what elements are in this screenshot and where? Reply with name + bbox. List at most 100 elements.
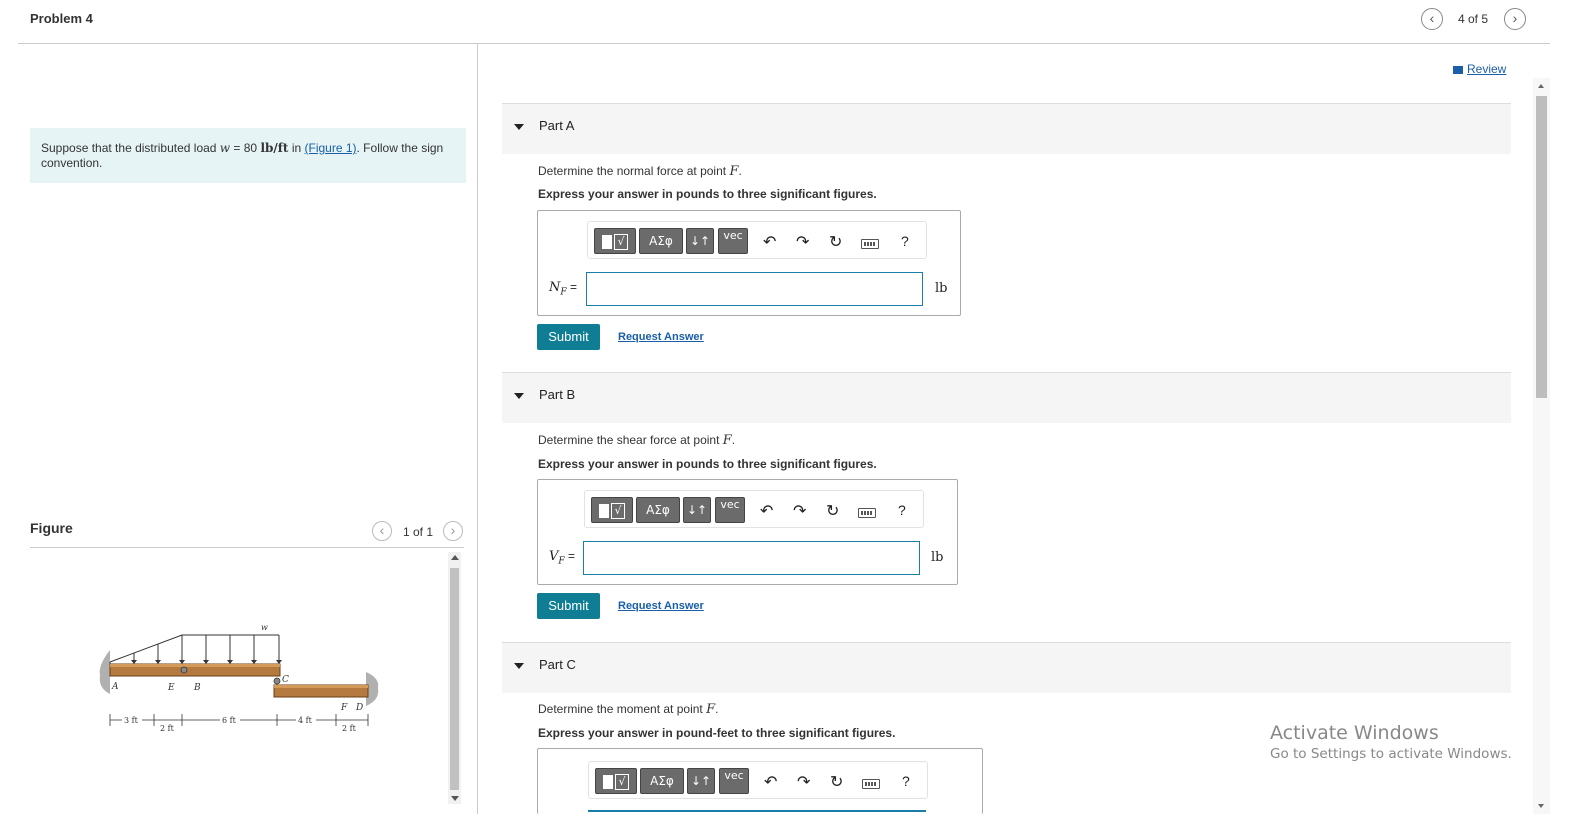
vec-button[interactable]: vec	[718, 228, 748, 254]
column-divider	[477, 44, 478, 814]
scroll-up-icon[interactable]	[1538, 84, 1544, 88]
arrows-button[interactable]: ↓↑	[683, 497, 711, 523]
next-figure-button[interactable]: ›	[443, 521, 463, 541]
top-bar: Problem 4 ‹ 4 of 5 ›	[0, 0, 1577, 44]
keyboard-icon[interactable]	[858, 508, 876, 518]
reset-icon[interactable]: ↻	[826, 501, 839, 520]
intro-text: Suppose that the distributed load	[41, 141, 220, 155]
undo-icon[interactable]: ↶	[764, 772, 777, 791]
answer-variable-label: VF =	[549, 549, 575, 567]
question-var: F	[706, 702, 716, 717]
math-toolbar: √ ΑΣφ ↓↑ vec ↶ ↷ ↻ ?	[584, 490, 924, 528]
beam-right-top	[274, 685, 368, 688]
next-problem-button[interactable]: ›	[1504, 8, 1526, 30]
review-label: Review	[1467, 62, 1507, 76]
request-answer-link[interactable]: Request Answer	[618, 600, 704, 612]
part-c-instruction: Express your answer in pound-feet to thr…	[538, 726, 896, 740]
redo-icon[interactable]: ↷	[793, 501, 806, 520]
submit-button[interactable]: Submit	[537, 593, 600, 619]
collapse-triangle-icon	[514, 663, 524, 669]
load-arrowheads	[131, 660, 282, 664]
scroll-down-icon[interactable]	[1538, 804, 1544, 808]
beam-diagram: w A E B C F D 3 ft 2 ft 6 ft 4 ft 2 ft	[99, 623, 379, 733]
prev-figure-button[interactable]: ‹	[372, 521, 392, 541]
page-scrollbar[interactable]	[1533, 78, 1550, 814]
vec-button[interactable]: vec	[715, 497, 745, 523]
page-scroll-thumb[interactable]	[1536, 96, 1547, 398]
greek-button[interactable]: ΑΣφ	[636, 497, 680, 523]
answer-variable-label: NF =	[549, 280, 577, 298]
intro-eq: = 80	[230, 141, 261, 155]
arrows-button[interactable]: ↓↑	[686, 228, 714, 254]
question-text: Determine the shear force at point	[538, 433, 723, 447]
reset-icon[interactable]: ↻	[830, 772, 843, 791]
templates-button[interactable]: √	[591, 497, 633, 523]
point-c-label: C	[282, 675, 289, 685]
answer-input[interactable]	[586, 272, 923, 306]
dim-3ft: 3 ft	[124, 716, 139, 725]
greek-button[interactable]: ΑΣφ	[639, 228, 683, 254]
problem-pager: 4 of 5	[1458, 12, 1489, 26]
header-divider	[18, 43, 1550, 44]
submit-button[interactable]: Submit	[537, 324, 600, 350]
part-c-question: Determine the moment at point F.	[538, 702, 718, 717]
unit-label: lb	[935, 281, 948, 296]
part-a-instruction: Express your answer in pounds to three s…	[538, 187, 877, 201]
dim-2ft: 2 ft	[160, 724, 175, 733]
prev-problem-button[interactable]: ‹	[1421, 8, 1443, 30]
templates-button[interactable]: √	[595, 768, 637, 794]
keyboard-icon[interactable]	[862, 779, 880, 789]
question-text: Determine the normal force at point	[538, 164, 730, 178]
part-c-title: Part C	[539, 657, 576, 672]
request-answer-link[interactable]: Request Answer	[618, 331, 704, 343]
problem-intro: Suppose that the distributed load w = 80…	[30, 128, 466, 183]
vec-button[interactable]: vec	[719, 768, 749, 794]
left-wall	[99, 650, 110, 694]
part-b-header[interactable]: Part B	[502, 372, 1511, 423]
intro-unit: lb/ft	[260, 141, 289, 155]
chevron-right-icon: ›	[450, 522, 456, 538]
help-button[interactable]: ?	[902, 773, 910, 789]
beam-left-top	[110, 664, 280, 667]
part-a-header[interactable]: Part A	[502, 103, 1511, 154]
part-c-answer-box: √ ΑΣφ ↓↑ vec ↶ ↷ ↻ ?	[537, 748, 983, 814]
figure-scroll-thumb[interactable]	[450, 568, 459, 790]
undo-icon[interactable]: ↶	[763, 232, 776, 251]
part-c-header[interactable]: Part C	[502, 642, 1511, 693]
scroll-up-icon[interactable]	[451, 555, 459, 560]
redo-icon[interactable]: ↷	[797, 772, 810, 791]
answer-input-edge[interactable]	[588, 810, 926, 812]
keyboard-icon[interactable]	[861, 239, 879, 249]
intro-text-in: in	[288, 141, 305, 155]
help-button[interactable]: ?	[898, 502, 906, 518]
figure-divider	[30, 547, 464, 548]
dim-6ft: 6 ft	[222, 716, 237, 725]
collapse-triangle-icon	[514, 393, 524, 399]
figure-label: Figure	[30, 520, 73, 536]
redo-icon[interactable]: ↷	[796, 232, 809, 251]
answer-input[interactable]	[583, 541, 920, 575]
templates-button[interactable]: √	[594, 228, 636, 254]
dim-4ft: 4 ft	[298, 716, 313, 725]
intro-var: w	[219, 141, 231, 155]
unit-label: lb	[931, 550, 944, 565]
greek-button[interactable]: ΑΣφ	[640, 768, 684, 794]
review-link[interactable]: Review	[1453, 62, 1506, 76]
question-var: F	[722, 433, 732, 448]
figure-link[interactable]: (Figure 1)	[305, 141, 357, 155]
arrows-button[interactable]: ↓↑	[687, 768, 715, 794]
figure-scrollbar[interactable]	[448, 552, 461, 804]
point-d-label: D	[355, 703, 363, 713]
support-c	[273, 677, 281, 685]
undo-icon[interactable]: ↶	[760, 501, 773, 520]
part-a-answer-box: √ ΑΣφ ↓↑ vec ↶ ↷ ↻ ? NF = lb	[537, 210, 961, 316]
part-a-question: Determine the normal force at point F.	[538, 164, 742, 179]
dim-2ft-b: 2 ft	[342, 724, 357, 733]
help-button[interactable]: ?	[901, 233, 909, 249]
question-end: .	[731, 433, 736, 447]
scroll-down-icon[interactable]	[451, 796, 459, 801]
figure-pager: 1 of 1	[403, 525, 434, 539]
question-text: Determine the moment at point	[538, 702, 707, 716]
question-end: .	[715, 702, 719, 716]
reset-icon[interactable]: ↻	[829, 232, 842, 251]
